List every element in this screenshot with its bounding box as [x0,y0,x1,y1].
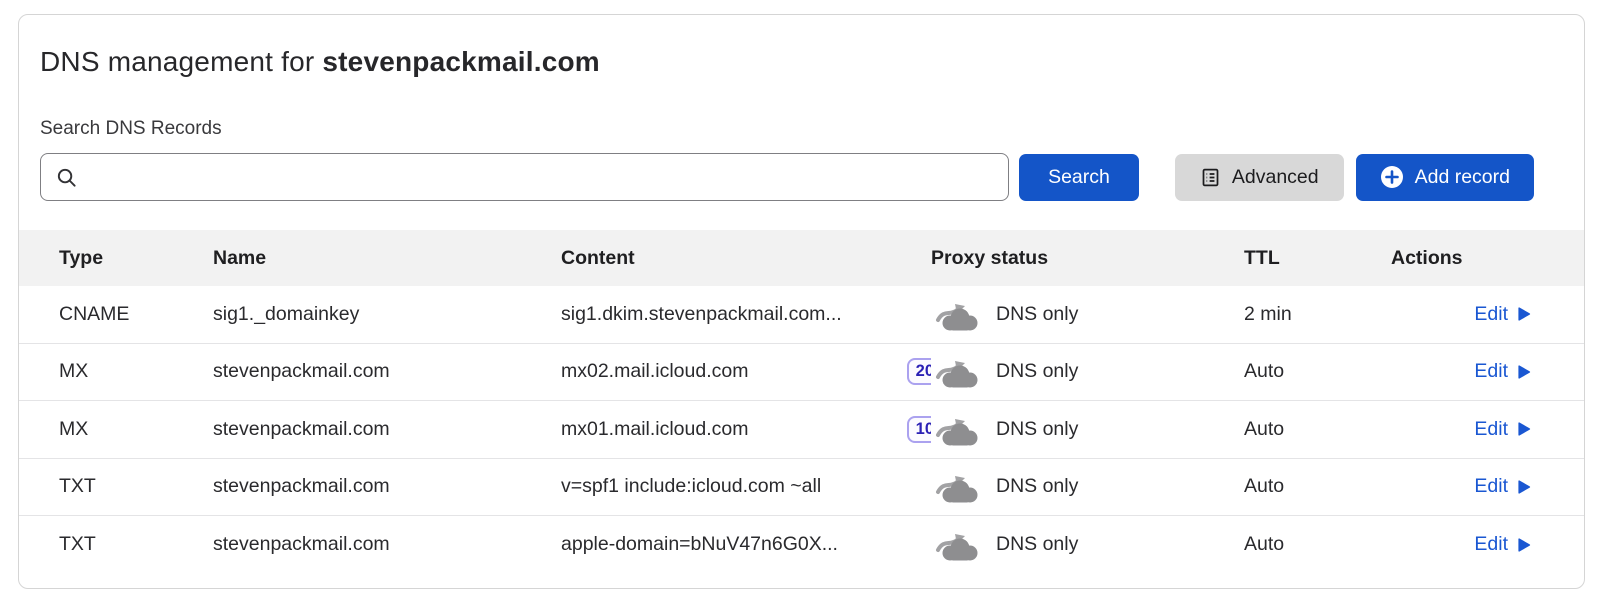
record-content-text: v=spf1 include:icloud.com ~all [561,475,821,498]
record-name: stevenpackmail.com [213,418,561,441]
record-name: stevenpackmail.com [213,360,561,383]
chevron-right-icon [1517,420,1532,438]
record-content: mx01.mail.icloud.com 10 [561,416,931,443]
gray-cloud-arrow-icon [935,355,983,388]
header-proxy-status: Proxy status [931,247,1244,270]
chevron-right-icon [1517,305,1532,323]
gray-cloud-arrow-icon [935,528,983,561]
record-type: TXT [59,475,213,498]
record-ttl: Auto [1244,418,1391,441]
header-actions: Actions [1391,247,1532,270]
record-name: sig1._domainkey [213,303,561,326]
record-content-text: mx01.mail.icloud.com [561,418,748,441]
search-icon [55,166,78,189]
search-button-label: Search [1048,166,1110,189]
gray-cloud-arrow-icon [935,470,983,503]
proxy-status-cell: DNS only [931,470,1244,503]
record-content-text: sig1.dkim.stevenpackmail.com... [561,303,842,326]
search-label: Search DNS Records [40,118,1534,140]
proxy-status-text: DNS only [996,418,1078,441]
record-actions: Edit [1391,475,1532,498]
search-button[interactable]: Search [1019,154,1139,201]
table-row: CNAME sig1._domainkey sig1.dkim.stevenpa… [19,286,1584,344]
advanced-button[interactable]: Advanced [1175,154,1344,201]
header-content: Content [561,247,931,270]
record-content: sig1.dkim.stevenpackmail.com... [561,303,931,326]
record-actions: Edit [1391,418,1532,441]
proxy-status-text: DNS only [996,475,1078,498]
edit-record-button[interactable]: Edit [1474,418,1532,441]
table-header-row: Type Name Content Proxy status TTL Actio… [19,230,1584,286]
edit-label: Edit [1474,303,1508,326]
table-row: TXT stevenpackmail.com v=spf1 include:ic… [19,459,1584,517]
chevron-right-icon [1517,363,1532,381]
proxy-status-text: DNS only [996,303,1078,326]
record-content: mx02.mail.icloud.com 20 [561,358,931,385]
proxy-status-text: DNS only [996,360,1078,383]
record-content: v=spf1 include:icloud.com ~all [561,475,931,498]
chevron-right-icon [1517,478,1532,496]
record-type: TXT [59,533,213,556]
table-row: MX stevenpackmail.com mx02.mail.icloud.c… [19,344,1584,402]
page-title-prefix: DNS management for [40,46,322,77]
record-content: apple-domain=bNuV47n6G0X... [561,533,931,556]
edit-label: Edit [1474,475,1508,498]
priority-badge: 20 [907,358,931,385]
edit-label: Edit [1474,360,1508,383]
dns-records-table: Type Name Content Proxy status TTL Actio… [19,230,1584,574]
edit-label: Edit [1474,418,1508,441]
search-row: Search Advanced [40,153,1534,201]
record-actions: Edit [1391,303,1532,326]
advanced-button-label: Advanced [1232,166,1319,189]
search-input[interactable] [88,154,994,200]
edit-record-button[interactable]: Edit [1474,303,1532,326]
edit-record-button[interactable]: Edit [1474,360,1532,383]
record-type: MX [59,418,213,441]
edit-record-button[interactable]: Edit [1474,533,1532,556]
proxy-status-cell: DNS only [931,528,1244,561]
record-name: stevenpackmail.com [213,533,561,556]
gray-cloud-arrow-icon [935,413,983,446]
page-title: DNS management for stevenpackmail.com [40,46,1534,78]
proxy-status-cell: DNS only [931,355,1244,388]
page-title-domain: stevenpackmail.com [322,46,600,77]
record-actions: Edit [1391,533,1532,556]
list-document-icon [1200,167,1221,188]
record-ttl: Auto [1244,475,1391,498]
record-ttl: Auto [1244,533,1391,556]
proxy-status-cell: DNS only [931,298,1244,331]
table-row: MX stevenpackmail.com mx01.mail.icloud.c… [19,401,1584,459]
record-type: MX [59,360,213,383]
record-actions: Edit [1391,360,1532,383]
gray-cloud-arrow-icon [935,298,983,331]
edit-record-button[interactable]: Edit [1474,475,1532,498]
edit-label: Edit [1474,533,1508,556]
dns-management-card: DNS management for stevenpackmail.com Se… [18,14,1585,589]
record-type: CNAME [59,303,213,326]
search-box[interactable] [40,153,1009,201]
record-ttl: Auto [1244,360,1391,383]
priority-badge: 10 [907,416,931,443]
header-name: Name [213,247,561,270]
add-record-button-label: Add record [1415,166,1510,189]
plus-circle-icon [1380,165,1404,189]
add-record-button[interactable]: Add record [1356,154,1534,201]
record-content-text: apple-domain=bNuV47n6G0X... [561,533,838,556]
record-ttl: 2 min [1244,303,1391,326]
header-type: Type [59,247,213,270]
table-body: CNAME sig1._domainkey sig1.dkim.stevenpa… [19,286,1584,574]
chevron-right-icon [1517,536,1532,554]
proxy-status-cell: DNS only [931,413,1244,446]
record-name: stevenpackmail.com [213,475,561,498]
header-ttl: TTL [1244,247,1391,270]
proxy-status-text: DNS only [996,533,1078,556]
table-row: TXT stevenpackmail.com apple-domain=bNuV… [19,516,1584,574]
record-content-text: mx02.mail.icloud.com [561,360,748,383]
